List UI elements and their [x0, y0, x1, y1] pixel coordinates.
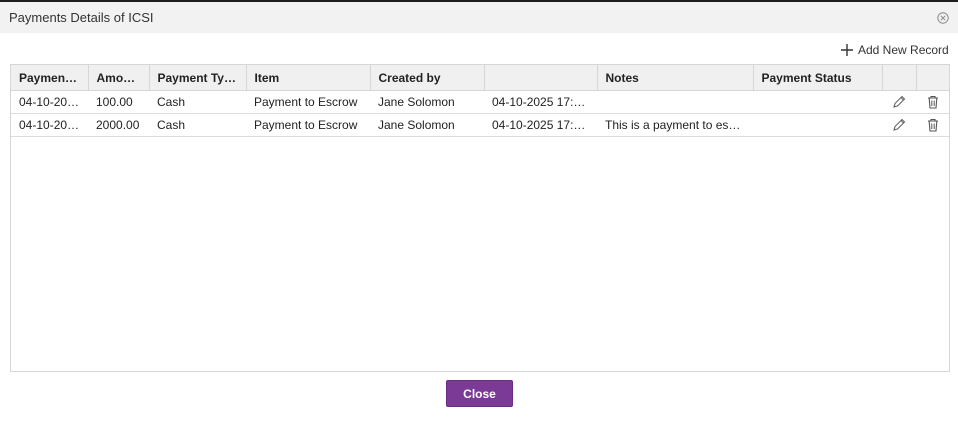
cell-created-at: 04-10-2025 17:42... — [484, 90, 597, 114]
cell-notes: This is a payment to escrow. — [597, 113, 753, 137]
cell-item: Payment to Escrow — [246, 113, 370, 137]
cell-payment-type: Cash — [149, 113, 246, 137]
cell-created-by: Jane Solomon — [370, 113, 484, 137]
col-payment-type[interactable]: Payment Type — [149, 65, 247, 91]
dialog-title: Payments Details of ICSI — [9, 10, 154, 25]
cell-edit — [882, 113, 916, 137]
plus-icon — [841, 44, 853, 56]
cell-delete — [916, 90, 949, 114]
cell-payment-date: 04-10-2025 — [11, 113, 88, 137]
table-header-row: Payment ... Amount Payment Type Item Cre… — [11, 65, 949, 91]
col-payment-status[interactable]: Payment Status — [753, 65, 883, 91]
trash-icon[interactable] — [925, 117, 941, 133]
cell-delete — [916, 113, 949, 137]
cell-edit — [882, 90, 916, 114]
cell-payment-status — [753, 113, 882, 137]
cell-payment-status — [753, 90, 882, 114]
col-item[interactable]: Item — [246, 65, 371, 91]
pencil-icon[interactable] — [891, 94, 907, 110]
cell-payment-date: 04-10-2025 — [11, 90, 88, 114]
table-row[interactable]: 04-10-2025 100.00 Cash Payment to Escrow… — [11, 90, 949, 114]
payments-table: Payment ... Amount Payment Type Item Cre… — [11, 65, 949, 137]
col-delete — [916, 65, 949, 91]
close-circle-icon[interactable] — [937, 12, 949, 24]
col-payment-date[interactable]: Payment ... — [11, 65, 89, 91]
cell-amount: 100.00 — [88, 90, 149, 114]
payments-grid: Payment ... Amount Payment Type Item Cre… — [10, 64, 950, 372]
add-new-record-button[interactable]: Add New Record — [840, 42, 949, 58]
col-edit — [882, 65, 917, 91]
col-created-at[interactable] — [484, 65, 598, 91]
cell-notes — [597, 90, 753, 114]
col-amount[interactable]: Amount — [88, 65, 150, 91]
cell-payment-type: Cash — [149, 90, 246, 114]
cell-created-by: Jane Solomon — [370, 90, 484, 114]
dialog-titlebar: Payments Details of ICSI — [0, 2, 958, 33]
col-notes[interactable]: Notes — [597, 65, 754, 91]
cell-item: Payment to Escrow — [246, 90, 370, 114]
cell-created-at: 04-10-2025 17:38... — [484, 113, 597, 137]
trash-icon[interactable] — [925, 94, 941, 110]
cell-amount: 2000.00 — [88, 113, 149, 137]
table-row[interactable]: 04-10-2025 2000.00 Cash Payment to Escro… — [11, 113, 949, 137]
pencil-icon[interactable] — [891, 117, 907, 133]
add-new-record-label: Add New Record — [858, 43, 949, 57]
payments-dialog: Payments Details of ICSI Add New Record … — [0, 2, 958, 432]
close-button[interactable]: Close — [446, 380, 513, 407]
col-created-by[interactable]: Created by — [370, 65, 485, 91]
